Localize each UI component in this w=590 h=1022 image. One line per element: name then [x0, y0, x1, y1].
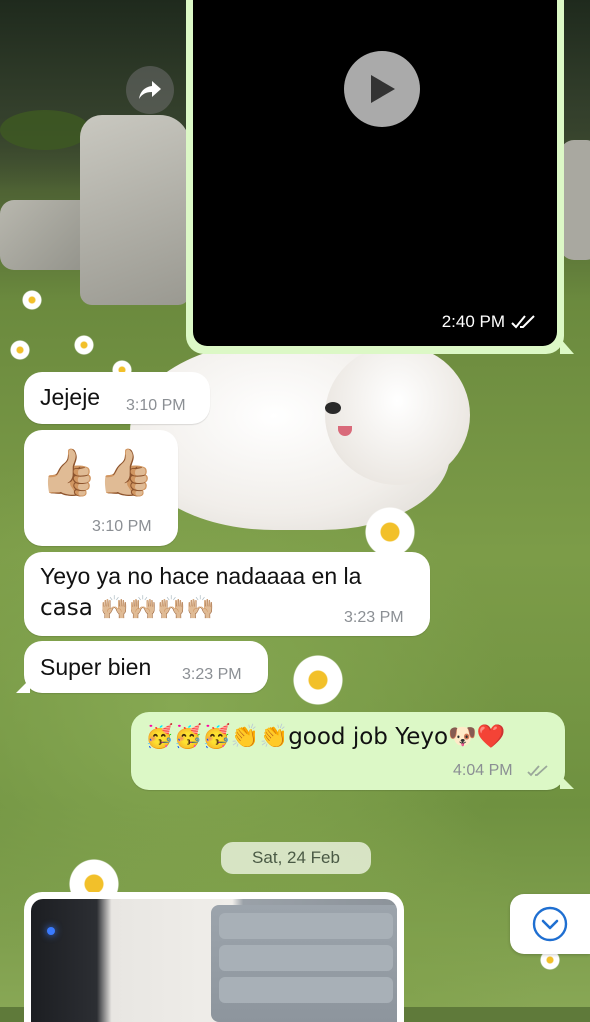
- message-text-line: casa 🙌🏼🙌🏼🙌🏼🙌🏼: [40, 595, 215, 621]
- date-label: Sat, 24 Feb: [252, 848, 340, 867]
- image-thumbnail[interactable]: [31, 899, 397, 1022]
- message-text: Jejeje: [40, 384, 101, 410]
- double-check-icon: [527, 765, 548, 777]
- message-time: 3:10 PM: [92, 518, 152, 535]
- wallpaper-rock: [80, 115, 190, 305]
- message-time: 4:04 PM: [453, 762, 513, 779]
- message-time: 3:10 PM: [126, 397, 186, 414]
- wallpaper-daisy: [74, 335, 94, 355]
- message-text: 🥳🥳🥳👏👏good job Yeyo🐶❤️: [145, 724, 506, 750]
- video-thumbnail[interactable]: 2:40 PM: [193, 0, 557, 346]
- wallpaper-rock: [560, 140, 590, 260]
- message-emoji: 👍🏼👍🏼: [40, 445, 155, 499]
- wallpaper-moss: [0, 110, 90, 150]
- incoming-message[interactable]: Super bien 3:23 PM: [24, 641, 268, 693]
- scroll-to-bottom-button[interactable]: [510, 894, 590, 954]
- message-text: Super bien: [40, 654, 152, 680]
- incoming-message[interactable]: 👍🏼👍🏼 3:10 PM: [24, 430, 178, 546]
- message-time: 3:23 PM: [344, 609, 404, 626]
- incoming-message[interactable]: Jejeje 3:10 PM: [24, 372, 210, 424]
- play-button[interactable]: [344, 51, 420, 127]
- video-message[interactable]: 2:40 PM: [186, 0, 564, 354]
- forward-button[interactable]: [126, 66, 174, 114]
- message-meta: 2:40 PM: [442, 312, 537, 332]
- message-time: 3:23 PM: [182, 666, 242, 683]
- double-check-icon: [511, 315, 535, 329]
- play-icon: [371, 75, 395, 103]
- wallpaper-daisy: [22, 290, 42, 310]
- chevron-down-circle-icon: [532, 906, 568, 942]
- date-separator: Sat, 24 Feb: [221, 842, 371, 874]
- image-message[interactable]: [24, 892, 404, 1022]
- photo-led: [47, 927, 55, 935]
- wallpaper-daisy: [288, 650, 348, 710]
- outgoing-message[interactable]: 🥳🥳🥳👏👏good job Yeyo🐶❤️ 4:04 PM: [131, 712, 565, 790]
- wallpaper-daisy: [10, 340, 30, 360]
- photo-dresser: [211, 905, 397, 1022]
- incoming-message[interactable]: Yeyo ya no hace nadaaaa en la casa 🙌🏼🙌🏼🙌…: [24, 552, 430, 636]
- message-time: 2:40 PM: [441, 312, 505, 331]
- forward-arrow-icon: [139, 81, 161, 99]
- message-text-line: Yeyo ya no hace nadaaaa en la: [40, 563, 362, 589]
